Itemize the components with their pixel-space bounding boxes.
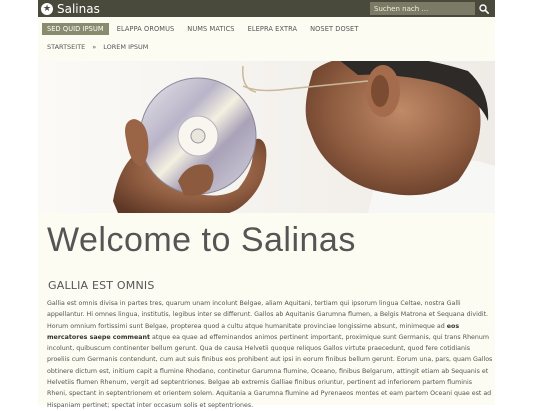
nav-item-nums-matics[interactable]: NUMS MATICS — [182, 23, 239, 35]
page-title: Welcome to Salinas — [47, 221, 356, 259]
nav-item-sed-quid-ipsum[interactable]: SED QUID IPSUM — [42, 23, 109, 35]
breadcrumb: STARTSEITE » LOREM IPSUM — [47, 43, 148, 51]
breadcrumb-current: LOREM IPSUM — [103, 43, 149, 51]
main-nav: SED QUID IPSUM ELAPPA OROMUS NUMS MATICS… — [42, 23, 366, 35]
search-input[interactable] — [370, 2, 475, 15]
nav-item-elepra-extra[interactable]: ELEPRA EXTRA — [243, 23, 303, 35]
body-paragraph: Gallia est omnis divisa in partes tres, … — [47, 298, 493, 411]
paragraph-text-start: Gallia est omnis divisa in partes tres, … — [47, 300, 489, 330]
search-button[interactable] — [475, 2, 493, 15]
search-form — [370, 2, 493, 15]
site-title[interactable]: Salinas — [57, 2, 100, 16]
hero-photo-man-holding-cd — [38, 61, 495, 213]
nav-item-noset-doset[interactable]: NOSET DOSET — [305, 23, 363, 35]
hero-image — [38, 61, 495, 213]
star-circle-icon: ★ — [41, 2, 53, 15]
breadcrumb-separator: » — [92, 43, 97, 51]
breadcrumb-home[interactable]: STARTSEITE — [47, 43, 85, 51]
top-bar: ★ Salinas — [38, 0, 495, 17]
site-brand[interactable]: ★ Salinas — [41, 2, 100, 16]
nav-item-elappa-oromus[interactable]: ELAPPA OROMUS — [112, 23, 180, 35]
page: ★ Salinas SED QUID IPSUM ELAPPA OROMUS N… — [38, 0, 495, 409]
paragraph-text-end: atque ea quae ad effeminandos animos per… — [47, 333, 493, 409]
search-icon — [479, 3, 489, 14]
section-heading: GALLIA EST OMNIS — [48, 279, 155, 292]
